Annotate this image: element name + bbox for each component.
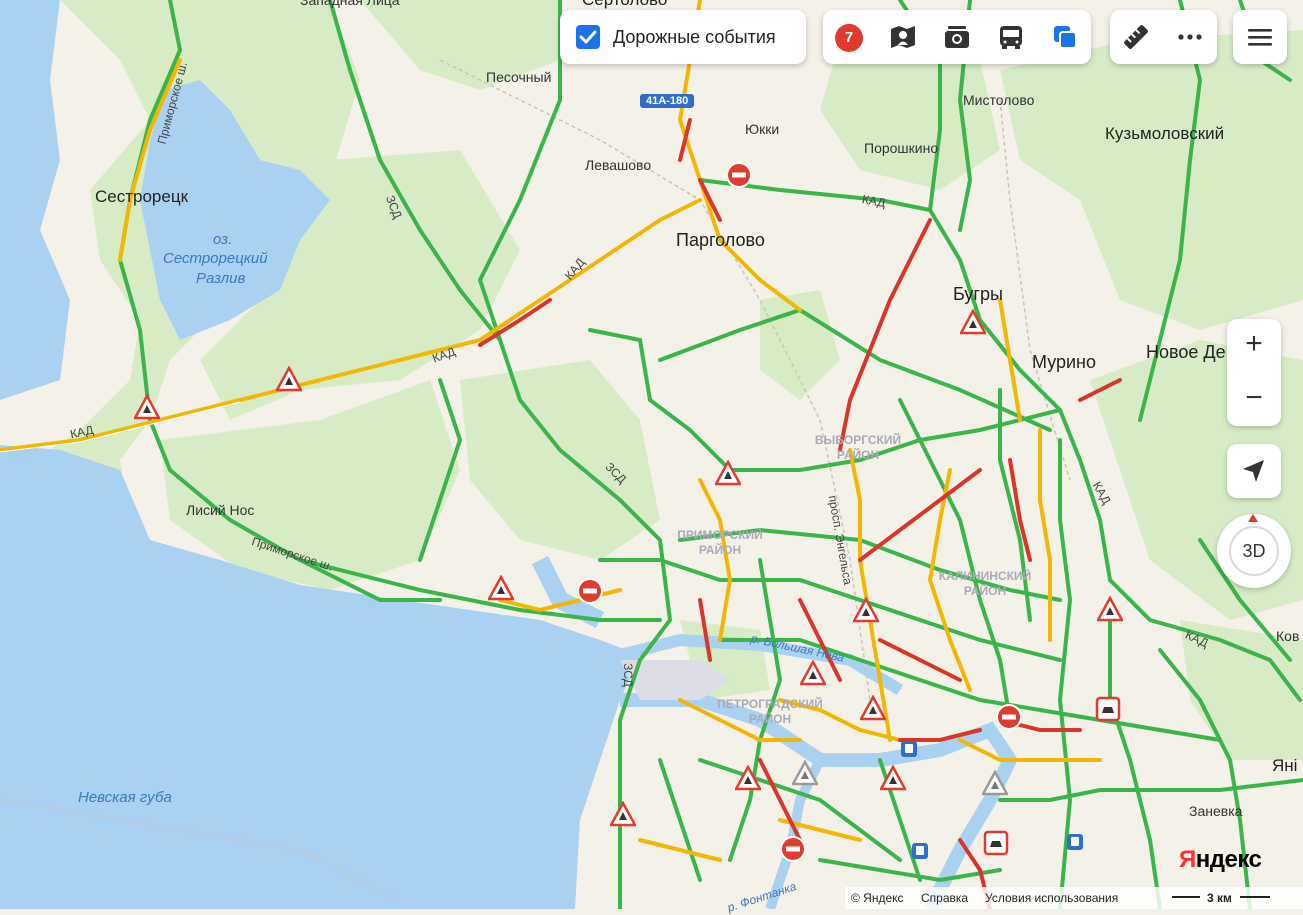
menu-button[interactable] <box>1233 10 1287 64</box>
transit-stop-icon[interactable] <box>900 740 918 758</box>
place-yukki: Юкки <box>745 121 780 137</box>
roadworks-icon[interactable] <box>735 765 761 791</box>
logo-rest: ндекс <box>1195 846 1262 873</box>
roadworks-icon[interactable] <box>853 597 879 623</box>
place-levashovo: Левашово <box>585 157 652 173</box>
place-zanevka: Заневка <box>1189 803 1243 819</box>
lake-label-1: оз. <box>213 231 233 248</box>
planned-roadworks-icon[interactable] <box>792 760 818 786</box>
transit-stop-icon[interactable] <box>1066 833 1084 851</box>
place-bugry: Бугры <box>953 284 1003 304</box>
roadworks-icon[interactable] <box>1097 596 1123 622</box>
logo-letter: Я <box>1179 846 1196 873</box>
scale-bar-left <box>1172 896 1200 898</box>
accident-icon[interactable] <box>983 830 1009 856</box>
terms-link[interactable]: Условия использования <box>985 891 1118 905</box>
tools-toolbar <box>1110 10 1217 64</box>
roadworks-icon[interactable] <box>276 366 302 392</box>
copyright-link[interactable]: © Яндекс <box>851 891 904 905</box>
zoom-in-button[interactable]: + <box>1227 319 1281 372</box>
events-count-badge[interactable]: 7 <box>835 24 863 52</box>
place-sertolovo: Сертолово <box>582 0 667 10</box>
place-poroshkino: Порошкино <box>864 140 939 156</box>
place-murino: Мурино <box>1032 352 1097 372</box>
north-arrow-icon <box>1248 514 1258 522</box>
ruler-icon[interactable] <box>1120 21 1152 53</box>
place-pesochny: Песочный <box>486 69 552 85</box>
lake-label-3: Разлив <box>196 270 246 287</box>
lake-label-2: Сестрорецкий <box>163 250 268 267</box>
map-footer: © Яндекс Справка Условия использования 3… <box>845 887 1303 909</box>
geolocation-button[interactable] <box>1227 444 1281 498</box>
place-lisy-nos: Лисий Нос <box>186 502 255 518</box>
place-sestroretsk: Сестрорецк <box>95 187 189 206</box>
place-zapadnaya-litsa: Западная Лица <box>300 0 400 8</box>
roadworks-icon[interactable] <box>488 575 514 601</box>
yandex-logo[interactable]: Яндекс <box>1179 846 1262 874</box>
road-zsd-south: ЗСД <box>620 663 635 687</box>
district-primorsky: Приморский район <box>677 528 763 557</box>
road-closed-icon[interactable] <box>726 162 752 188</box>
scale-label: 3 км <box>1207 891 1232 905</box>
roadworks-icon[interactable] <box>800 660 826 686</box>
roadworks-icon[interactable] <box>715 460 741 486</box>
traffic-events-label: Дорожные события <box>613 27 776 47</box>
district-kalininsky: Калининский район <box>938 569 1032 598</box>
place-mistolovo: Мистолово <box>963 92 1035 108</box>
accident-icon[interactable] <box>1095 696 1121 722</box>
road-closed-icon[interactable] <box>780 836 806 862</box>
compass-3d-label: 3D <box>1229 526 1279 576</box>
roadworks-icon[interactable] <box>610 801 636 827</box>
more-icon[interactable] <box>1174 21 1206 53</box>
scale-bar-right <box>1240 896 1270 898</box>
hamburger-menu-icon <box>1248 29 1272 46</box>
roadworks-icon[interactable] <box>860 695 886 721</box>
transit-stop-icon[interactable] <box>911 842 929 860</box>
roadworks-icon[interactable] <box>880 765 906 791</box>
layers-toolbar <box>823 10 1091 64</box>
check-icon <box>579 30 597 44</box>
traffic-events-toggle[interactable]: Дорожные события <box>560 10 806 64</box>
layers-icon[interactable] <box>1049 21 1081 53</box>
zoom-out-button[interactable]: − <box>1227 373 1281 426</box>
panorama-icon[interactable] <box>887 21 919 53</box>
planned-roadworks-icon[interactable] <box>982 770 1008 796</box>
road-closed-icon[interactable] <box>577 578 603 604</box>
help-link[interactable]: Справка <box>921 891 968 905</box>
roadworks-icon[interactable] <box>134 394 160 420</box>
place-kuzmolovsky: Кузьмоловский <box>1105 124 1225 143</box>
road-closed-icon[interactable] <box>996 704 1022 730</box>
location-arrow-icon <box>1243 460 1264 482</box>
district-petrogradsky: Петроградский район <box>717 697 823 726</box>
place-yani: Янi <box>1272 756 1298 775</box>
place-novoe-devyatkino: Новое Де <box>1146 342 1226 362</box>
camera-icon[interactable] <box>941 21 973 53</box>
neva-bay-label: Невская губа <box>78 789 172 806</box>
route-shield: 41А-180 <box>640 94 695 108</box>
compass-3d-button[interactable]: 3D <box>1217 514 1291 588</box>
place-kov: Ков <box>1276 628 1300 644</box>
bus-icon[interactable] <box>995 21 1027 53</box>
roadworks-icon[interactable] <box>960 309 986 335</box>
place-pargolovo: Парголово <box>676 230 765 250</box>
district-vyborgsky: Выборгский район <box>814 433 902 462</box>
traffic-events-checkbox[interactable] <box>576 25 600 49</box>
zoom-control: + − <box>1227 319 1281 426</box>
